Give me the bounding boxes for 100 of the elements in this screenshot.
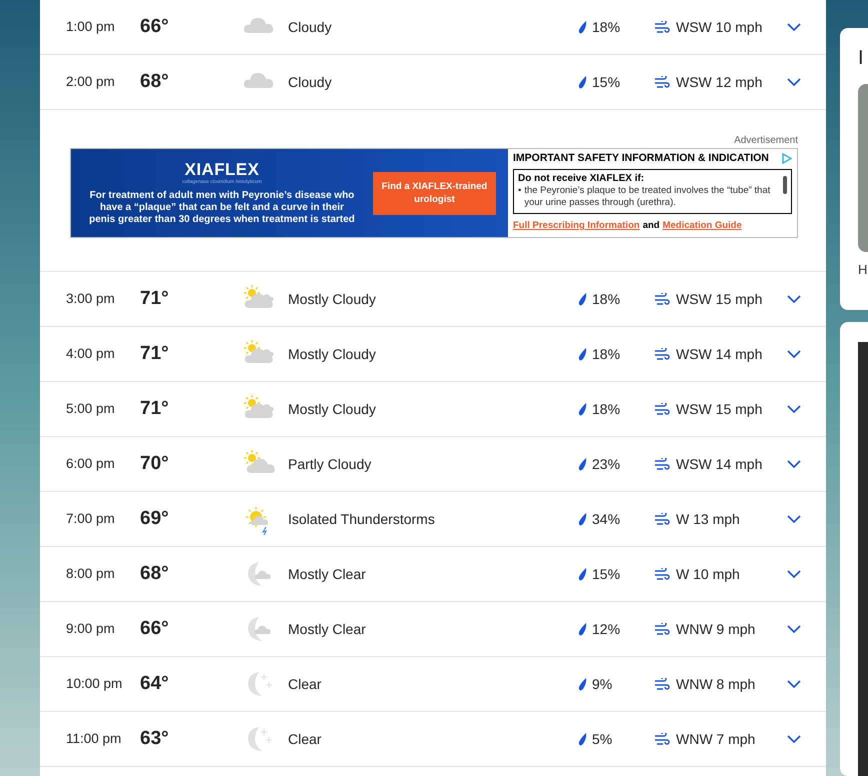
brand-logo: XIAFLEX	[184, 160, 260, 178]
temperature: 69°	[140, 506, 170, 531]
condition: Clear	[288, 730, 322, 748]
hour-time: 3:00 pm	[66, 290, 116, 308]
bullet-mark: •	[518, 184, 522, 198]
raindrop-icon	[578, 458, 587, 470]
wind-icon	[654, 678, 670, 690]
condition: Mostly Clear	[288, 620, 367, 639]
wind: WSW 14 mph	[676, 454, 764, 474]
wind: WNW 9 mph	[676, 620, 756, 639]
find-urologist-button[interactable]: Find a XIAFLEX-trained urologist	[372, 172, 496, 214]
ad-claim: For treatment of adult men with Peyronie’s disease who have a “plaque” that can be felt and a curve in their penis greater than 30 degrees when treatment is started	[88, 190, 356, 226]
expand-chevron-icon[interactable]	[786, 569, 802, 579]
link-joiner: and	[642, 218, 660, 233]
condition: Partly Cloudy	[288, 454, 372, 474]
temperature: 68°	[140, 70, 170, 94]
temperature: 66°	[140, 14, 170, 39]
wind: WSW 15 mph	[676, 400, 764, 419]
hour-time: 5:00 pm	[66, 400, 116, 418]
wind-icon	[654, 458, 670, 470]
raindrop-icon	[578, 512, 587, 526]
expand-chevron-icon[interactable]	[786, 624, 802, 634]
raindrop-icon	[578, 622, 587, 636]
wind: W 10 mph	[676, 564, 741, 584]
condition: Mostly Cloudy	[288, 344, 377, 364]
condition: Mostly Cloudy	[288, 400, 377, 419]
temperature: 66°	[140, 616, 170, 641]
wind: WNW 8 mph	[676, 674, 756, 694]
expand-chevron-icon[interactable]	[786, 22, 802, 32]
precipitation: 15%	[592, 72, 622, 92]
precipitation: 18%	[592, 18, 622, 36]
condition: Mostly Cloudy	[288, 290, 377, 309]
scrollbar-thumb[interactable]	[783, 176, 787, 194]
wind: WSW 12 mph	[676, 72, 764, 92]
precipitation: 18%	[592, 344, 622, 364]
wind: WSW 14 mph	[676, 344, 764, 364]
hour-time: 2:00 pm	[66, 72, 116, 91]
wind-icon	[654, 20, 670, 34]
raindrop-icon	[578, 732, 587, 746]
raindrop-icon	[578, 348, 587, 360]
condition: Isolated Thunderstorms	[288, 510, 436, 528]
expand-chevron-icon[interactable]	[786, 77, 802, 87]
wind-icon	[654, 76, 670, 88]
wind: WSW 10 mph	[676, 18, 764, 37]
wind-icon	[654, 402, 670, 416]
precipitation: 9%	[592, 674, 614, 694]
expand-chevron-icon[interactable]	[786, 294, 802, 304]
raindrop-icon	[578, 402, 587, 416]
wind-icon	[654, 568, 670, 580]
hour-time: 1:00 pm	[66, 18, 116, 36]
hour-time: 6:00 pm	[66, 454, 116, 473]
precipitation: 12%	[592, 620, 622, 638]
condition: Mostly Clear	[288, 564, 367, 584]
medication-guide-link[interactable]: Medication Guide	[662, 218, 742, 233]
wind-icon	[654, 348, 670, 360]
raindrop-icon	[578, 76, 587, 88]
hour-time: 9:00 pm	[66, 620, 116, 638]
expand-chevron-icon[interactable]	[786, 404, 802, 414]
precipitation: 15%	[592, 564, 622, 584]
condition: Cloudy	[288, 18, 333, 37]
raindrop-icon	[578, 20, 587, 34]
condition: Cloudy	[288, 72, 333, 92]
temperature: 64°	[140, 672, 170, 696]
precipitation: 18%	[592, 290, 622, 308]
expand-chevron-icon[interactable]	[786, 459, 802, 469]
raindrop-icon	[578, 678, 587, 690]
temperature: 70°	[140, 452, 170, 476]
precipitation: 18%	[592, 400, 622, 418]
hour-time: 11:00 pm	[66, 730, 122, 748]
wind-icon	[654, 622, 670, 636]
ad-label: Advertisement	[734, 135, 798, 147]
safety-box-title: Do not receive XIAFLEX if:	[518, 172, 646, 185]
expand-chevron-icon[interactable]	[786, 679, 802, 689]
hour-time: 4:00 pm	[66, 344, 116, 363]
prescribing-info-link[interactable]: Full Prescribing Information	[513, 218, 640, 233]
temperature: 71°	[140, 396, 170, 421]
expand-chevron-icon[interactable]	[786, 514, 802, 524]
hour-time: 7:00 pm	[66, 510, 116, 528]
card-caption: H	[858, 261, 868, 279]
temperature: 68°	[140, 562, 170, 586]
precipitation: 34%	[592, 510, 622, 528]
precipitation: 23%	[592, 454, 622, 474]
expand-chevron-icon[interactable]	[786, 734, 802, 744]
wind: WSW 15 mph	[676, 290, 764, 309]
wind-icon	[654, 512, 670, 526]
temperature: 63°	[140, 726, 170, 751]
expand-chevron-icon[interactable]	[786, 349, 802, 359]
wind: WNW 7 mph	[676, 730, 756, 749]
raindrop-icon	[578, 568, 587, 580]
hour-time: 8:00 pm	[66, 564, 116, 583]
condition: Clear	[288, 674, 322, 694]
wind: W 13 mph	[676, 510, 741, 529]
temperature: 71°	[140, 342, 170, 366]
temperature: 71°	[140, 286, 170, 311]
safety-title: IMPORTANT SAFETY INFORMATION & INDICATION	[513, 151, 769, 166]
precipitation: 5%	[592, 730, 614, 748]
wind-icon	[654, 292, 670, 306]
safety-bullet: the Peyronie’s plaque to be treated involves the “tube” that your urine passes through (urethra).	[524, 184, 772, 209]
raindrop-icon	[578, 292, 587, 306]
card-title: I	[858, 46, 865, 70]
